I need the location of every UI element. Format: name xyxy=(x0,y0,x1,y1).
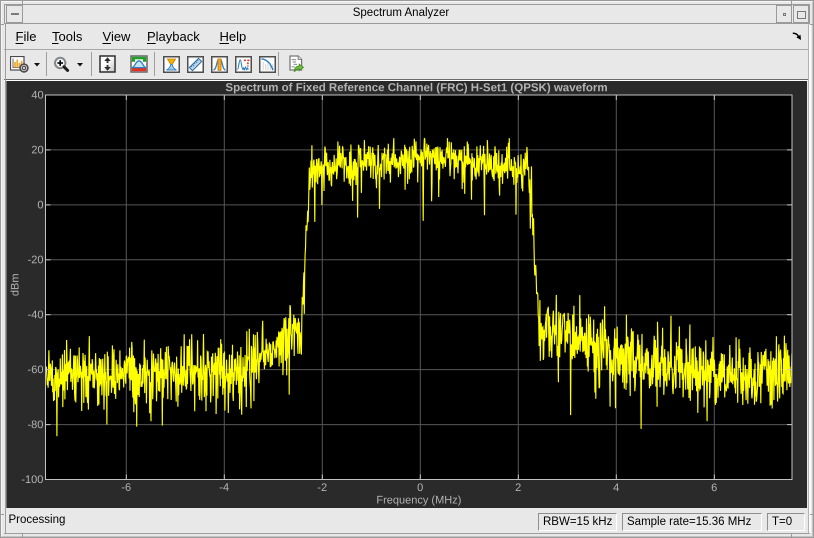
svg-text:0: 0 xyxy=(417,482,423,494)
svg-text:-100: -100 xyxy=(21,474,43,486)
svg-text:-20: -20 xyxy=(28,254,44,266)
svg-text:40: 40 xyxy=(31,89,43,101)
svg-text:-60: -60 xyxy=(28,364,44,376)
svg-text:Spectrum of Fixed Reference Ch: Spectrum of Fixed Reference Channel (FRC… xyxy=(225,82,607,94)
svg-text:2: 2 xyxy=(515,482,521,494)
svg-text:-80: -80 xyxy=(28,419,44,431)
svg-text:6: 6 xyxy=(711,482,717,494)
svg-text:-6: -6 xyxy=(121,482,131,494)
svg-text:4: 4 xyxy=(613,482,619,494)
svg-text:-4: -4 xyxy=(219,482,229,494)
svg-text:-2: -2 xyxy=(317,482,327,494)
svg-text:20: 20 xyxy=(31,144,43,156)
svg-text:0: 0 xyxy=(37,199,43,211)
svg-text:dBm: dBm xyxy=(9,273,21,296)
svg-text:Frequency (MHz): Frequency (MHz) xyxy=(376,494,461,506)
svg-text:-40: -40 xyxy=(28,309,44,321)
